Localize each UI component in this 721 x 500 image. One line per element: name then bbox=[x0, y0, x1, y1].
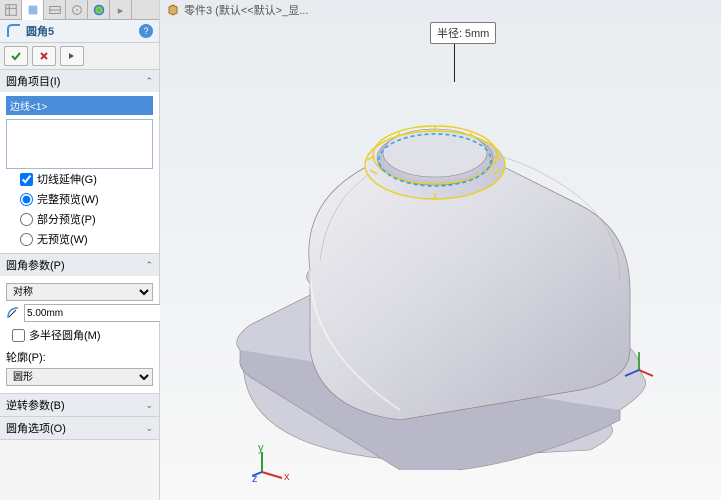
preview-none-row[interactable]: 无预览(W) bbox=[6, 229, 153, 249]
preview-full-label: 完整预览(W) bbox=[37, 191, 99, 207]
svg-text:z: z bbox=[252, 473, 258, 482]
section-label: 圆角项目(I) bbox=[6, 73, 60, 89]
feature-title: 圆角5 bbox=[26, 23, 54, 39]
breadcrumb-text: 零件3 (默认<<默认>_显... bbox=[184, 2, 308, 18]
chevron-up-icon: ⌃ bbox=[145, 76, 153, 87]
tab-display-manager[interactable] bbox=[88, 0, 110, 20]
section-fillet-items-header[interactable]: 圆角项目(I) ⌃ bbox=[0, 70, 159, 92]
preview-full-radio[interactable] bbox=[20, 193, 33, 206]
preview-partial-row[interactable]: 部分预览(P) bbox=[6, 209, 153, 229]
tab-extra[interactable]: ▸ bbox=[110, 0, 132, 20]
chevron-up-icon: ⌃ bbox=[145, 260, 153, 271]
graphics-viewport[interactable]: 零件3 (默认<<默认>_显... 半径: 5mm bbox=[160, 0, 721, 500]
tangent-checkbox[interactable] bbox=[20, 173, 33, 186]
chevron-down-icon: ⌄ bbox=[145, 400, 153, 411]
tab-dimxpert[interactable] bbox=[66, 0, 88, 20]
breadcrumb[interactable]: 零件3 (默认<<默认>_显... bbox=[166, 2, 308, 18]
cancel-button[interactable] bbox=[32, 46, 56, 66]
symmetry-select[interactable]: 对称 bbox=[6, 283, 153, 301]
part-icon bbox=[166, 3, 180, 17]
chevron-down-icon: ⌄ bbox=[145, 423, 153, 434]
property-panel: ▸ 圆角5 ? 圆角项目(I) ⌃ 边线<1> 切线延伸(G) 完整预览(W) bbox=[0, 0, 160, 500]
triad-origin[interactable]: x y z bbox=[252, 442, 292, 482]
triad-iso[interactable] bbox=[619, 340, 659, 380]
info-icon[interactable]: ? bbox=[139, 24, 153, 38]
section-options[interactable]: 圆角选项(O) ⌄ bbox=[0, 417, 159, 440]
preview-button[interactable] bbox=[60, 46, 84, 66]
confirm-row bbox=[0, 43, 159, 70]
model-render bbox=[200, 70, 700, 470]
callout-value: 5mm bbox=[465, 28, 489, 40]
panel-tabstrip: ▸ bbox=[0, 0, 159, 20]
section-fillet-params: 圆角参数(P) ⌃ 对称 ▲ ▼ 多半径圆角(M) 轮廓(P): 圆形 bbox=[0, 254, 159, 394]
section-fillet-params-header[interactable]: 圆角参数(P) ⌃ bbox=[0, 254, 159, 276]
fillet-icon bbox=[6, 23, 22, 39]
ok-button[interactable] bbox=[4, 46, 28, 66]
svg-text:y: y bbox=[258, 442, 264, 454]
feature-header: 圆角5 ? bbox=[0, 20, 159, 43]
callout-label: 半径: bbox=[437, 28, 462, 40]
tab-property-manager[interactable] bbox=[22, 0, 44, 20]
tab-feature-manager[interactable] bbox=[0, 0, 22, 20]
radius-input[interactable] bbox=[24, 304, 162, 322]
profile-select[interactable]: 圆形 bbox=[6, 368, 153, 386]
preview-none-radio[interactable] bbox=[20, 233, 33, 246]
selection-entry[interactable]: 边线<1> bbox=[6, 96, 153, 115]
preview-none-label: 无预览(W) bbox=[37, 231, 88, 247]
callout-box[interactable]: 半径: 5mm bbox=[430, 22, 496, 44]
tab-config-manager[interactable] bbox=[44, 0, 66, 20]
radius-icon bbox=[6, 305, 20, 321]
svg-text:x: x bbox=[284, 471, 290, 482]
tangent-prop-row[interactable]: 切线延伸(G) bbox=[6, 169, 153, 189]
multiradius-checkbox[interactable] bbox=[12, 329, 25, 342]
section-label: 圆角选项(O) bbox=[6, 420, 66, 436]
section-reverse[interactable]: 逆转参数(B) ⌄ bbox=[0, 394, 159, 417]
preview-partial-radio[interactable] bbox=[20, 213, 33, 226]
section-label: 逆转参数(B) bbox=[6, 397, 65, 413]
profile-label: 轮廓(P): bbox=[6, 349, 153, 365]
multiradius-label: 多半径圆角(M) bbox=[29, 327, 101, 343]
selection-list[interactable] bbox=[6, 119, 153, 169]
preview-partial-label: 部分预览(P) bbox=[37, 211, 96, 227]
tangent-label: 切线延伸(G) bbox=[37, 171, 97, 187]
section-fillet-items: 圆角项目(I) ⌃ 边线<1> 切线延伸(G) 完整预览(W) 部分预览(P) … bbox=[0, 70, 159, 254]
section-label: 圆角参数(P) bbox=[6, 257, 65, 273]
preview-full-row[interactable]: 完整预览(W) bbox=[6, 189, 153, 209]
